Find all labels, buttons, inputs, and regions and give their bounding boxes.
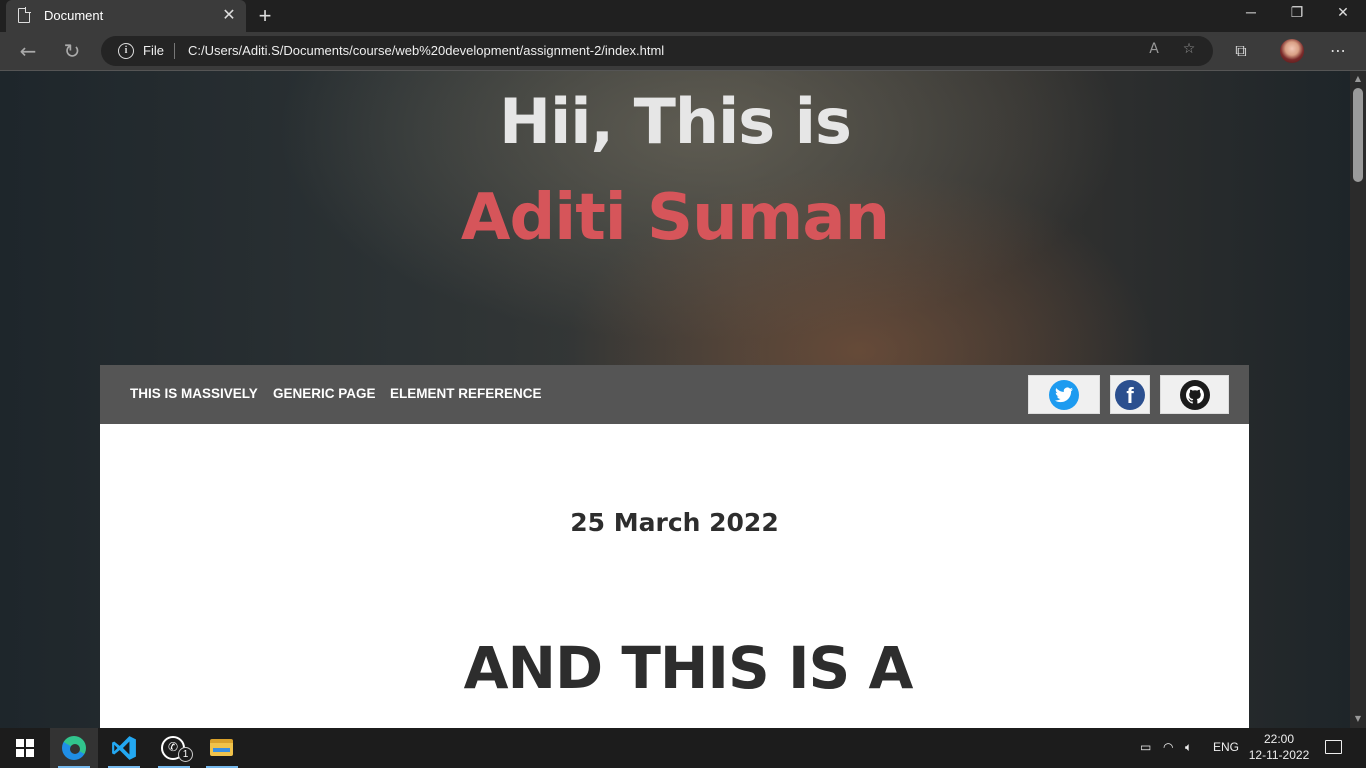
address-scheme: File [143,43,164,58]
volume-icon[interactable]: 🔈︎ [1185,740,1192,755]
taskbar-file-explorer[interactable] [198,728,246,768]
battery-icon[interactable]: ▭ [1140,740,1151,754]
whatsapp-badge: 1 [178,747,193,762]
github-button[interactable] [1160,375,1229,414]
nav-link-massively[interactable]: THIS IS MASSIVELY [130,386,258,401]
wifi-icon[interactable]: ◠ [1163,740,1173,754]
page-viewport: Hii, This is Aditi Suman THIS IS MASSIVE… [0,71,1350,728]
back-button[interactable]: ← [15,39,41,65]
post-date: 25 March 2022 [570,508,779,537]
add-favorite-icon[interactable]: ☆ [1179,41,1199,57]
extensions-icon[interactable]: ⧉ [1230,41,1252,61]
facebook-icon: f [1115,379,1145,410]
tab-close-icon[interactable]: ✕ [220,5,238,25]
refresh-button[interactable]: ↻ [59,39,85,65]
post-headline: AND THIS IS A [463,634,914,702]
address-divider [174,43,175,59]
more-menu-icon[interactable]: ⋯ [1327,41,1349,60]
hero-name: Aditi Suman [460,181,890,255]
address-url[interactable]: C:/Users/Aditi.S/Documents/course/web%20… [188,43,664,58]
document-icon [18,7,31,23]
notifications-icon[interactable] [1325,740,1342,754]
site-nav: THIS IS MASSIVELY GENERIC PAGE ELEMENT R… [100,365,1249,424]
windows-icon [16,739,34,757]
new-tab-button[interactable]: + [254,3,276,29]
twitter-button[interactable] [1028,375,1100,414]
tab-title: Document [44,8,104,23]
nav-link-element-reference[interactable]: ELEMENT REFERENCE [390,386,542,401]
vertical-scrollbar[interactable]: ▲ ▼ [1350,71,1366,728]
scroll-up-icon[interactable]: ▲ [1354,75,1362,83]
taskbar-edge[interactable] [50,728,98,768]
nav-link-generic-page[interactable]: GENERIC PAGE [273,386,376,401]
edge-icon-center [70,744,80,754]
info-icon[interactable]: i [118,43,134,59]
start-button[interactable] [0,728,48,768]
close-window-button[interactable]: ✕ [1328,4,1358,21]
browser-toolbar: ← ↻ i File C:/Users/Aditi.S/Documents/co… [0,32,1366,71]
address-bar[interactable]: i File C:/Users/Aditi.S/Documents/course… [101,36,1213,66]
scrollbar-thumb[interactable] [1353,88,1363,182]
hero-greeting: Hii, This is [499,85,852,158]
minimize-button[interactable]: ─ [1236,4,1266,20]
browser-tab-bar: Document ✕ + ─ ❐ ✕ [0,0,1366,32]
facebook-button[interactable]: f [1110,375,1150,414]
clock-time: 22:00 [1263,732,1295,746]
clock-date: 12-11-2022 [1248,748,1310,762]
folder-icon-bar [213,748,230,752]
vscode-icon [112,736,136,760]
taskbar-whatsapp[interactable]: ✆ 1 [150,728,198,768]
scroll-down-icon[interactable]: ▼ [1354,715,1362,723]
windows-taskbar: ✆ 1 ▭ ◠ 🔈︎ ENG 22:00 12-11-2022 [0,728,1366,768]
main-content-panel: 25 March 2022 AND THIS IS A [100,424,1249,728]
read-aloud-icon[interactable]: A [1144,41,1164,57]
language-indicator[interactable]: ENG [1213,740,1239,754]
twitter-icon [1049,379,1079,410]
browser-tab[interactable]: Document ✕ [6,0,246,32]
taskbar-vscode[interactable] [100,728,148,768]
restore-button[interactable]: ❐ [1282,4,1312,21]
system-clock[interactable]: 22:00 12-11-2022 [1248,731,1310,763]
github-icon [1179,379,1210,410]
profile-avatar[interactable] [1280,39,1304,63]
